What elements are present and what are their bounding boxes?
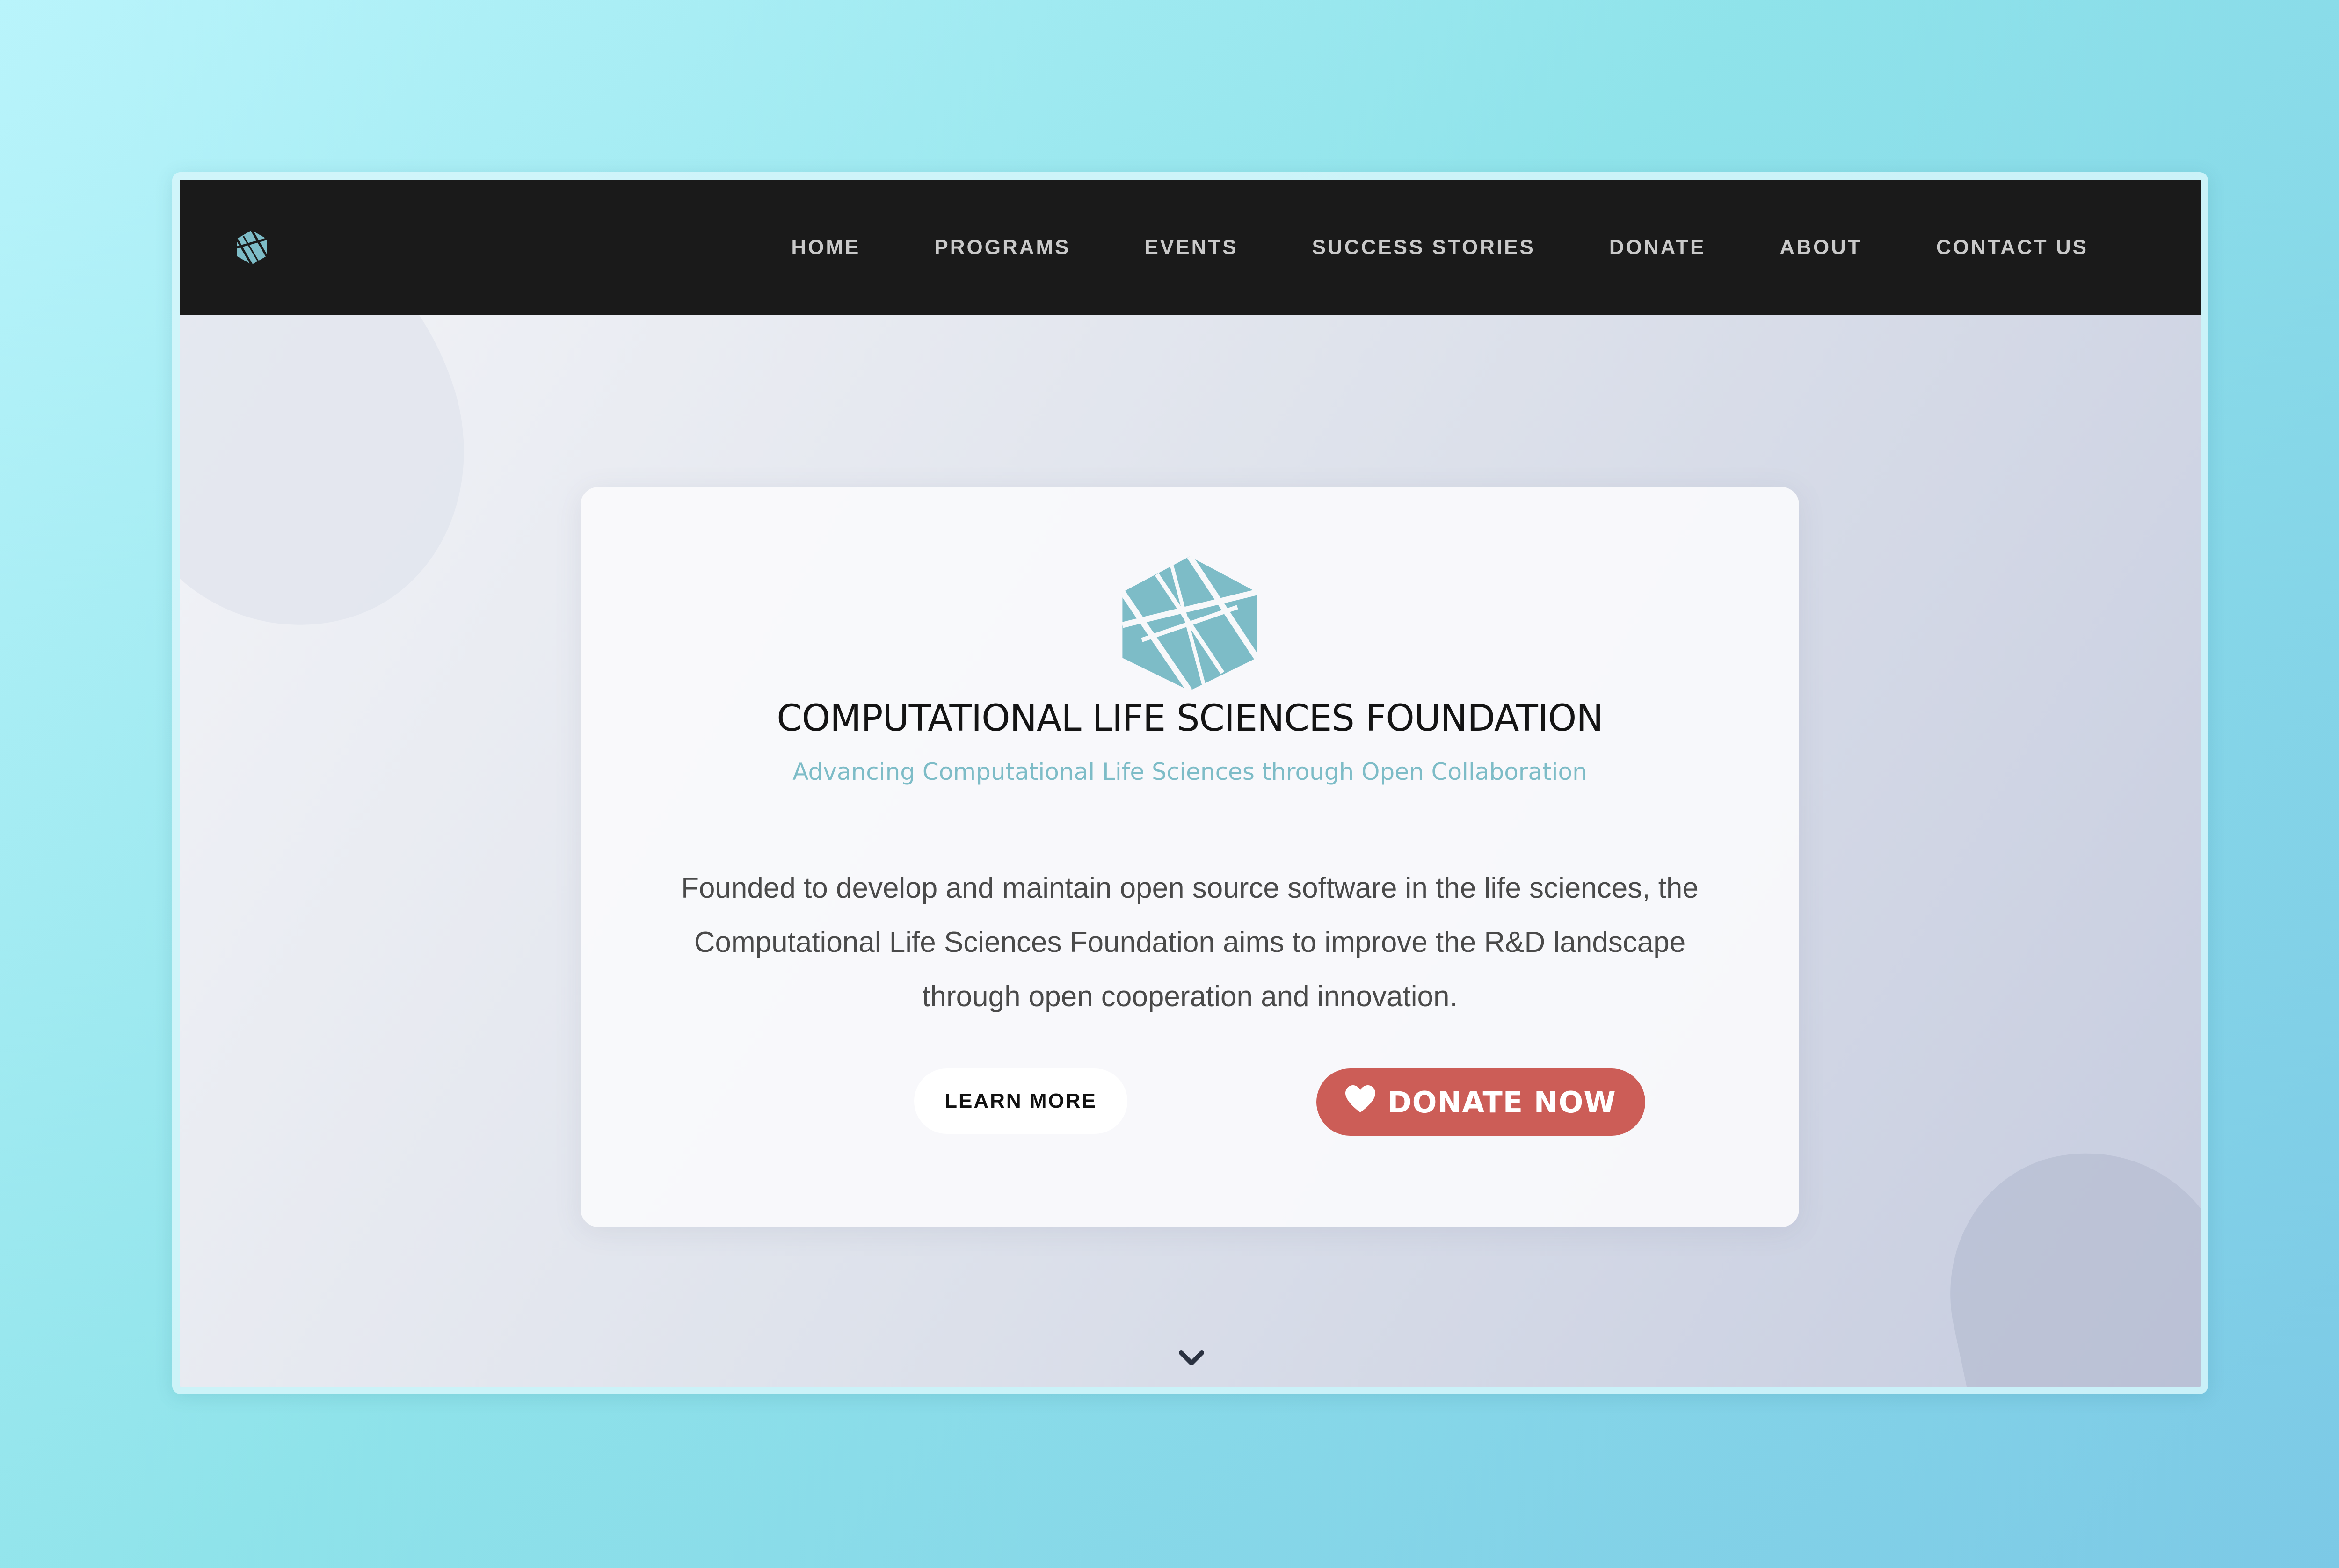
donate-now-label: DONATE NOW — [1387, 1085, 1616, 1119]
donate-now-button[interactable]: DONATE NOW — [1316, 1068, 1645, 1136]
learn-more-button[interactable]: LEARN MORE — [914, 1068, 1127, 1134]
nav-success-stories[interactable]: SUCCESS STORIES — [1312, 236, 1535, 259]
nav-programs[interactable]: PROGRAMS — [934, 236, 1070, 259]
logo-icon[interactable] — [233, 229, 270, 266]
nav-contact-us[interactable]: CONTACT US — [1936, 236, 2088, 259]
heart-icon — [1345, 1085, 1376, 1112]
hero-section: COMPUTATIONAL LIFE SCIENCES FOUNDATION A… — [180, 315, 2201, 1387]
page-subtitle: Advancing Computational Life Sciences th… — [792, 758, 1587, 785]
hexagon-knot-logo-icon — [1120, 554, 1259, 693]
navbar: HOME PROGRAMS EVENTS SUCCESS STORIES DON… — [180, 180, 2201, 315]
decorative-blob — [180, 315, 512, 672]
chevron-down-icon[interactable] — [1178, 1350, 1205, 1368]
page-title: COMPUTATIONAL LIFE SCIENCES FOUNDATION — [777, 697, 1603, 740]
nav-home[interactable]: HOME — [791, 236, 860, 259]
hero-description: Founded to develop and maintain open sou… — [681, 872, 1699, 1013]
nav-events[interactable]: EVENTS — [1145, 236, 1238, 259]
nav-links: HOME PROGRAMS EVENTS SUCCESS STORIES DON… — [717, 180, 2088, 315]
learn-more-label: LEARN MORE — [944, 1089, 1097, 1112]
decorative-blob — [1924, 1126, 2201, 1387]
nav-donate[interactable]: DONATE — [1609, 236, 1706, 259]
hero-card: COMPUTATIONAL LIFE SCIENCES FOUNDATION A… — [581, 487, 1799, 1227]
browser-window: HOME PROGRAMS EVENTS SUCCESS STORIES DON… — [172, 172, 2208, 1394]
nav-about[interactable]: ABOUT — [1780, 236, 1862, 259]
